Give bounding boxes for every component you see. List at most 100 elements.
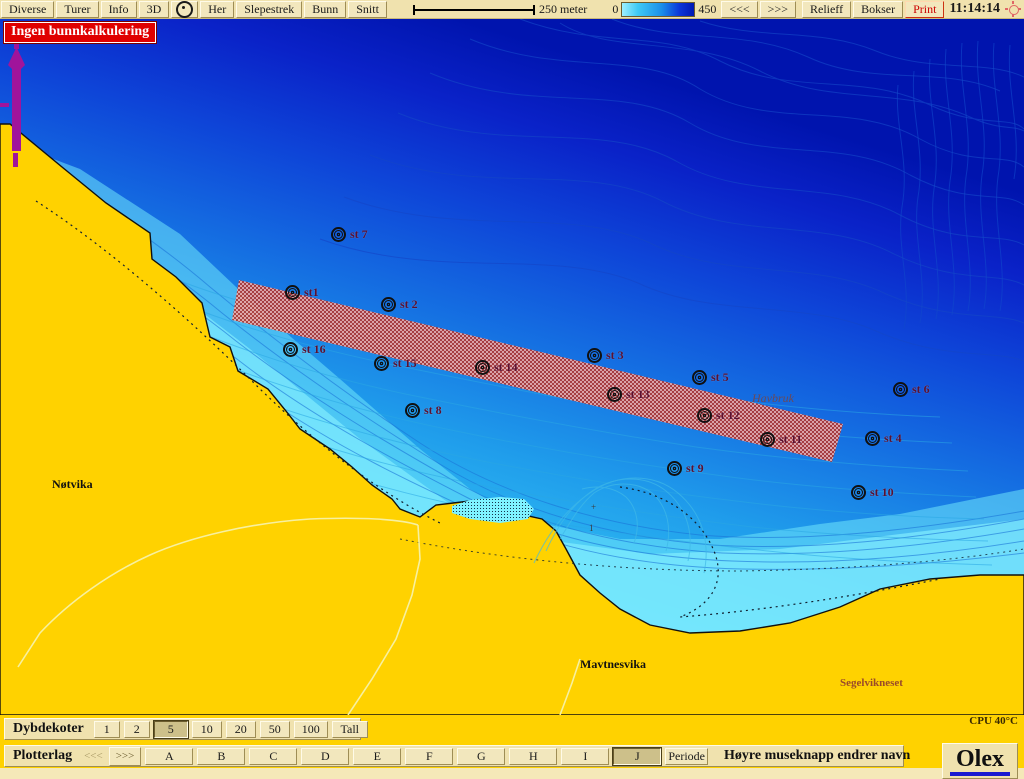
depth-contour-toolbar: Dybdekoter 1 2 5 10 20 50 100 Tall [4,718,368,740]
station-label: st 16 [302,342,326,356]
depth-range-prev-button[interactable]: <<< [721,0,758,18]
menu-button-bunn[interactable]: Bunn [304,0,347,18]
compass-icon [176,0,194,18]
plotterlag-option-e[interactable]: E [353,747,402,765]
station-marker-st4[interactable]: st 4 [865,431,902,446]
station-target-icon [667,461,682,476]
dybdekoter-option-20[interactable]: 20 [225,720,256,738]
station-target-icon [851,485,866,500]
station-label: st 3 [606,348,624,362]
plotterlag-option-h[interactable]: H [509,747,558,765]
station-label: st 13 [626,387,650,401]
depth-gradient-swatch[interactable] [621,1,696,17]
station-marker-st5[interactable]: st 5 [692,370,729,385]
station-label: st 7 [350,227,368,241]
station-label: st1 [304,285,319,299]
bokser-button[interactable]: Bokser [853,0,904,18]
dybdekoter-option-10[interactable]: 10 [191,720,222,738]
station-marker-st13[interactable]: st 13 [607,387,650,402]
station-marker-st15[interactable]: st 15 [374,356,417,371]
depth-legend-min: 0 [612,1,619,16]
dybdekoter-option-1[interactable]: 1 [93,720,120,738]
station-target-icon [283,342,298,357]
clock-display: 11:14:14 [949,1,1000,16]
cpu-temperature-label: CPU 40°C [969,715,1018,727]
menu-button-her-label: Her [208,2,227,16]
station-label: st 15 [393,356,417,370]
scale-bar: 250 meter [412,1,587,18]
olex-application-window: Diverse Turer Info 3D Her Slepestrek Bun… [0,0,1024,779]
station-marker-st7[interactable]: st 7 [331,227,368,242]
station-marker-st2[interactable]: st 2 [381,297,418,312]
chart-map-canvas[interactable]: Ingen bunnkalkulering Nøtvika Mavtnesvika… [0,19,1024,715]
station-marker-st10[interactable]: st 10 [851,485,894,500]
station-marker-st16[interactable]: st 16 [283,342,326,357]
station-marker-st11[interactable]: st 11 [760,432,802,447]
menu-button-info[interactable]: Info [100,0,137,18]
sun-ray-e [1018,8,1021,10]
dybdekoter-option-50[interactable]: 50 [259,720,290,738]
dybdekoter-options: 1 2 5 10 20 50 100 Tall [92,719,370,739]
plotterlag-option-j[interactable]: J [612,746,663,766]
scale-bar-cap-right [532,4,535,15]
dybdekoter-option-2[interactable]: 2 [123,720,150,738]
menu-button-3d[interactable]: 3D [138,0,170,18]
warning-banner: Ingen bunnkalkulering [2,21,158,44]
station-marker-st6[interactable]: st 6 [893,382,930,397]
plotterlag-option-d[interactable]: D [301,747,350,765]
sun-icon[interactable] [1005,1,1021,17]
arrow-body [8,47,25,151]
print-button[interactable]: Print [905,0,945,18]
menu-button-diverse-label: Diverse [9,2,47,16]
dybdekoter-option-tall[interactable]: Tall [331,720,368,738]
depth-range-prev-label: <<< [729,2,750,16]
station-marker-st1[interactable]: st1 [285,285,319,300]
menu-button-snitt-label: Snitt [356,2,379,16]
station-marker-st9[interactable]: st 9 [667,461,704,476]
plotterlag-option-i[interactable]: I [561,747,610,765]
place-label-ntvika: Nøtvika [52,477,93,491]
map-annotation-0: + [591,502,597,512]
station-target-icon [692,370,707,385]
station-target-icon [760,432,775,447]
menu-button-3d-label: 3D [146,2,162,16]
periode-button[interactable]: Periode [665,747,708,765]
station-target-icon [607,387,622,402]
relieff-button[interactable]: Relieff [801,0,852,18]
menu-button-her[interactable]: Her [200,0,235,18]
station-marker-st3[interactable]: st 3 [587,348,624,363]
print-label: Print [913,2,937,16]
station-marker-st14[interactable]: st 14 [475,360,518,375]
plotterlag-option-g[interactable]: G [457,747,506,765]
station-target-icon [697,408,712,423]
depth-range-next-button[interactable]: >>> [759,0,796,18]
depth-color-legend[interactable]: 0 450 [612,1,716,18]
station-marker-st8[interactable]: st 8 [405,403,442,418]
dybdekoter-option-5[interactable]: 5 [152,719,189,739]
plotterlag-option-a[interactable]: A [145,747,194,765]
station-label: st 12 [716,408,740,422]
plotter-layer-toolbar: Plotterlag <<< >>> ABCDEFGHIJ Periode Hø… [4,745,910,767]
sun-ray-s [1012,14,1014,17]
sun-icon-core [1009,5,1019,15]
plotterlag-option-f[interactable]: F [405,747,454,765]
plotterlag-label: Plotterlag [13,748,73,763]
menu-button-diverse[interactable]: Diverse [1,0,55,18]
station-marker-st12[interactable]: st 12 [697,408,740,423]
menu-button-snitt[interactable]: Snitt [348,0,387,18]
bokser-label: Bokser [861,2,896,16]
olex-logo[interactable]: Olex [942,743,1018,779]
plotterlag-next-button[interactable]: >>> [108,746,142,766]
plotterlag-option-c[interactable]: C [249,747,298,765]
menu-button-turer[interactable]: Turer [56,0,99,18]
plotterlag-prev-button[interactable]: <<< [80,748,107,765]
menu-button-slepestrek[interactable]: Slepestrek [236,0,303,18]
station-target-icon [475,360,490,375]
menu-button-turer-label: Turer [64,2,91,16]
compass-button[interactable] [171,0,199,18]
top-toolbar: Diverse Turer Info 3D Her Slepestrek Bun… [0,0,1024,19]
olex-logo-underline [950,771,1010,776]
plotterlag-option-b[interactable]: B [197,747,246,765]
dybdekoter-option-100[interactable]: 100 [293,720,328,738]
station-target-icon [893,382,908,397]
